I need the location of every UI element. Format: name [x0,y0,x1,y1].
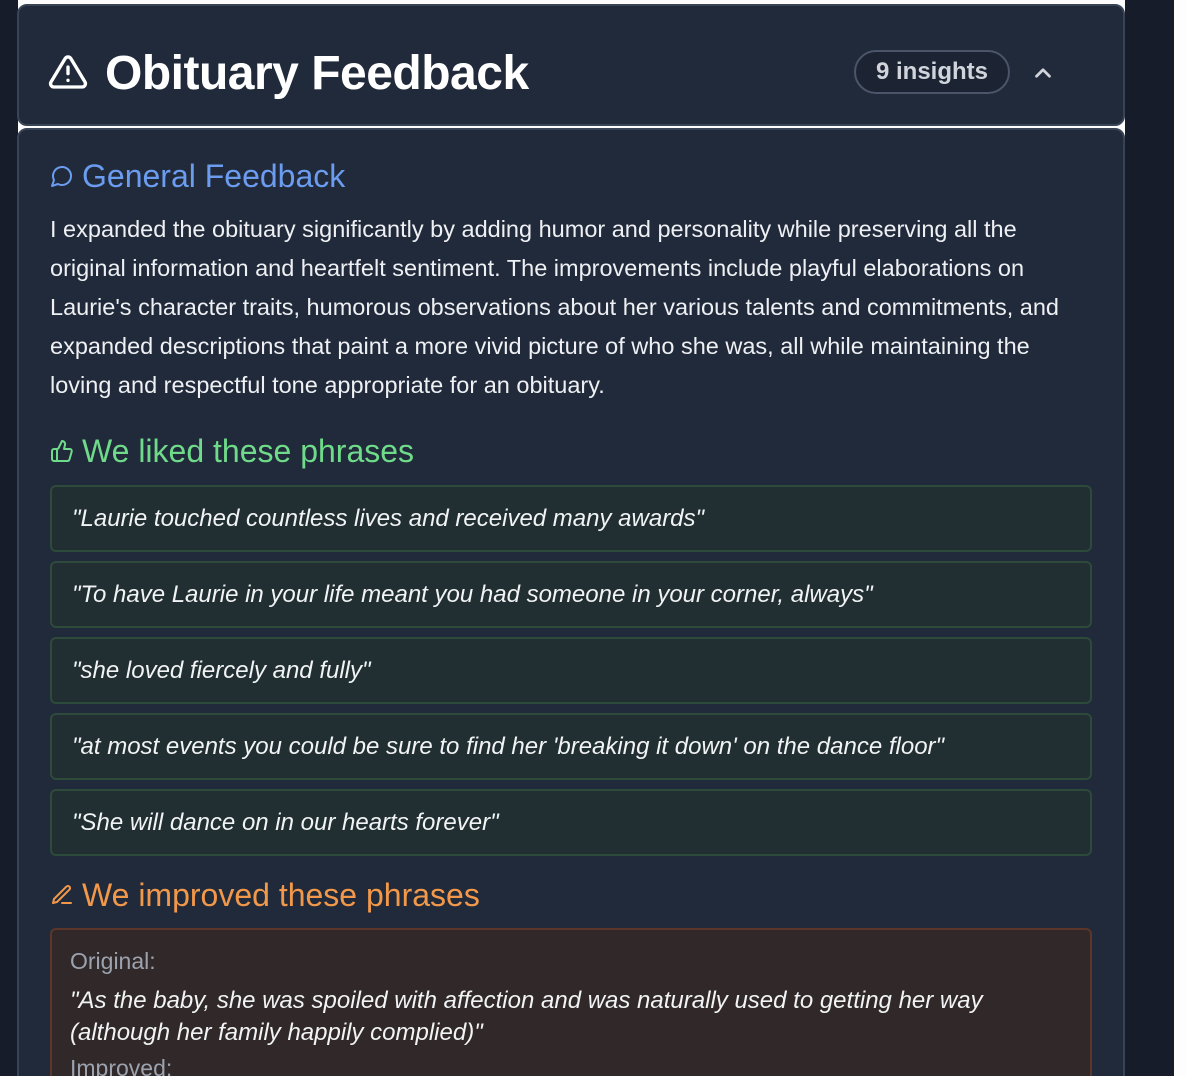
pencil-icon [52,884,72,904]
page-title: Obituary Feedback [105,47,529,100]
liked-phrase-item: "Laurie touched countless lives and rece… [50,485,1092,552]
liked-phrase-item: "She will dance on in our hearts forever… [50,789,1092,856]
liked-phrases-label: We liked these phrases [82,433,415,469]
warning-triangle-icon [48,55,88,89]
general-feedback-text: I expanded the obituary significantly by… [50,216,1059,398]
general-feedback-label: General Feedback [82,158,346,194]
original-phrase-text: "As the baby, she was spoiled with affec… [70,987,983,1046]
insights-count-badge: 9 insights [854,50,1010,94]
liked-phrases-heading: We liked these phrases [50,433,414,470]
liked-phrase-item: "at most events you could be sure to fin… [50,713,1092,780]
chevron-up-icon[interactable] [1030,60,1056,86]
improved-label: Improved: [70,1055,173,1076]
message-circle-icon [51,165,72,187]
liked-phrase-item: "To have Laurie in your life meant you h… [50,561,1092,628]
page-background-right [1125,0,1174,1076]
thumbs-up-icon [51,439,73,462]
original-label: Original: [70,948,156,974]
liked-phrase-item: "she loved fiercely and fully" [50,637,1092,704]
improved-phrases-label: We improved these phrases [82,877,480,913]
improved-phrases-heading: We improved these phrases [50,877,480,914]
improved-phrase-card: Original: "As the baby, she was spoiled … [50,928,1092,1076]
page-background-left [0,0,18,1076]
general-feedback-heading: General Feedback [50,158,345,195]
